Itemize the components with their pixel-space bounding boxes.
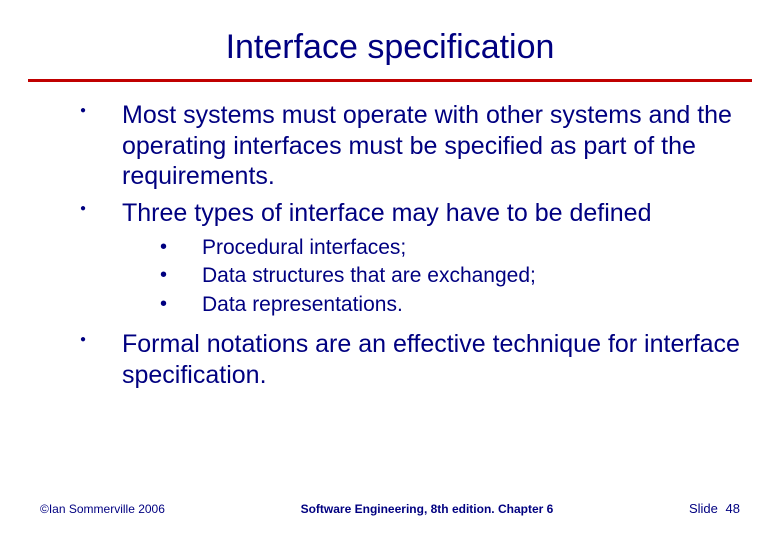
- sub-bullet-item: Data representations.: [160, 291, 740, 319]
- bullet-item: Formal notations are an effective techni…: [80, 329, 740, 390]
- slide-body: Most systems must operate with other sys…: [0, 100, 780, 390]
- main-bullet-list: Most systems must operate with other sys…: [80, 100, 740, 228]
- footer-slide-number: Slide 48: [689, 501, 740, 516]
- footer-center: Software Engineering, 8th edition. Chapt…: [165, 502, 689, 516]
- footer-copyright: ©Ian Sommerville 2006: [40, 502, 165, 516]
- slide-number: 48: [726, 501, 740, 516]
- sub-bullet-list: Procedural interfaces; Data structures t…: [160, 234, 740, 319]
- sub-bullet-item: Data structures that are exchanged;: [160, 262, 740, 290]
- slide-footer: ©Ian Sommerville 2006 Software Engineeri…: [0, 501, 780, 516]
- main-bullet-list: Formal notations are an effective techni…: [80, 329, 740, 390]
- sub-bullet-item: Procedural interfaces;: [160, 234, 740, 262]
- slide-label: Slide: [689, 501, 718, 516]
- slide: Interface specification Most systems mus…: [0, 0, 780, 540]
- bullet-item: Three types of interface may have to be …: [80, 198, 740, 229]
- slide-title: Interface specification: [0, 0, 780, 79]
- bullet-item: Most systems must operate with other sys…: [80, 100, 740, 192]
- title-underline: [28, 79, 752, 82]
